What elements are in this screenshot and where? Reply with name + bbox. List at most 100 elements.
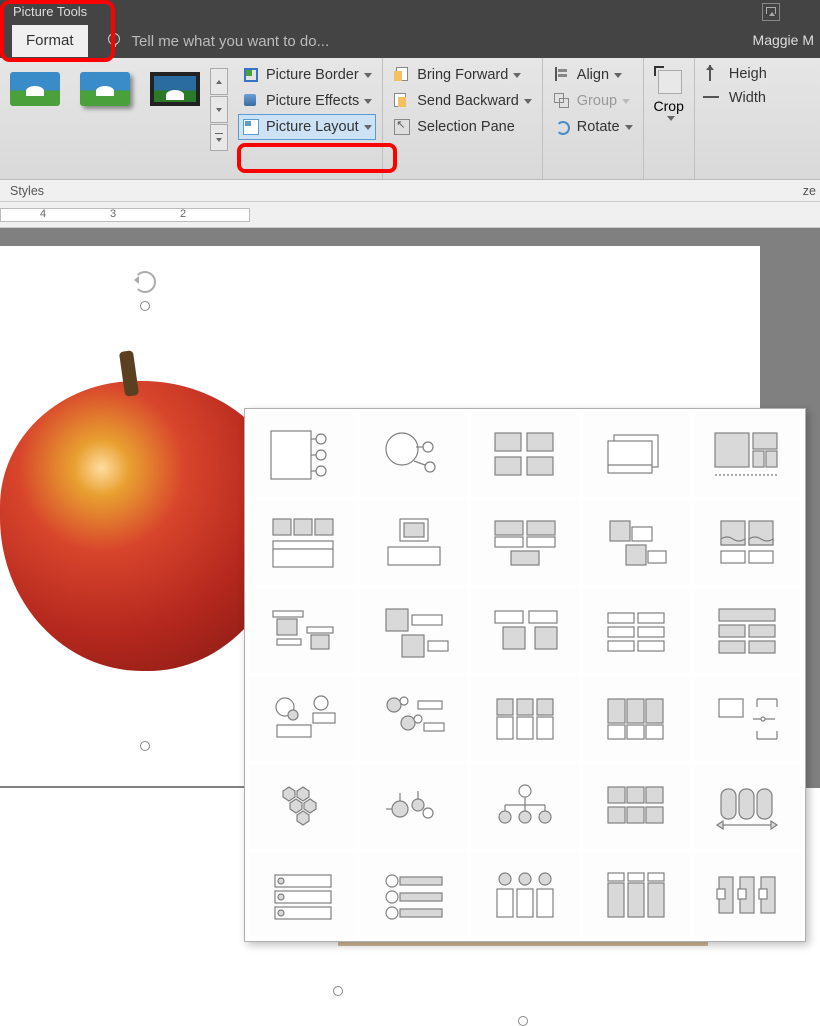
layout-option[interactable] [471, 853, 578, 937]
layout-option[interactable] [471, 677, 578, 761]
layout-option[interactable] [583, 677, 690, 761]
rotate-handle-icon[interactable] [134, 271, 156, 293]
height-field[interactable]: Heigh [703, 62, 767, 86]
align-icon [553, 66, 571, 84]
layout-option[interactable] [694, 677, 801, 761]
send-backward-button[interactable]: Send Backward [389, 88, 536, 114]
group-icon [553, 92, 571, 110]
styles-group-label-bar: Styles ze [0, 180, 820, 202]
layout-option[interactable] [249, 765, 356, 849]
layout-option[interactable] [249, 853, 356, 937]
send-backward-label: Send Backward [417, 93, 519, 109]
picture-layout-gallery [244, 408, 806, 942]
ruler-tick: 3 [110, 208, 116, 220]
selection-handle[interactable] [140, 301, 150, 311]
width-icon [703, 89, 723, 107]
bring-forward-label: Bring Forward [417, 67, 508, 83]
styles-label: Styles [10, 184, 44, 198]
selection-pane-icon [393, 118, 411, 136]
layout-option[interactable] [694, 853, 801, 937]
picture-layout-icon [242, 118, 260, 136]
picture-border-button[interactable]: Picture Border [238, 62, 376, 88]
layout-option[interactable] [583, 765, 690, 849]
layout-option[interactable] [360, 501, 467, 585]
width-field[interactable]: Width [703, 86, 767, 110]
picture-style-thumbnail[interactable] [4, 66, 66, 112]
tell-me-placeholder: Tell me what you want to do... [132, 33, 330, 50]
layout-option[interactable] [694, 589, 801, 673]
lightbulb-icon [106, 33, 122, 49]
layout-option[interactable] [360, 589, 467, 673]
size-group: Heigh Width [695, 58, 767, 179]
layout-option[interactable] [360, 413, 467, 497]
rotate-icon [553, 118, 571, 136]
layout-option[interactable] [360, 765, 467, 849]
height-icon [703, 65, 723, 83]
width-label: Width [729, 90, 766, 106]
selection-pane-label: Selection Pane [417, 119, 515, 135]
picture-border-icon [242, 66, 260, 84]
styles-more[interactable] [210, 124, 228, 151]
chevron-down-icon [625, 125, 633, 130]
ruler-tick: 4 [40, 208, 46, 220]
layout-option[interactable] [471, 501, 578, 585]
ribbon: Picture Border Picture Effects Picture L… [0, 58, 820, 180]
rotate-button[interactable]: Rotate [549, 114, 637, 140]
group-label: Group [577, 93, 617, 109]
layout-option[interactable] [249, 413, 356, 497]
send-backward-icon [393, 92, 411, 110]
align-label: Align [577, 67, 609, 83]
layout-option[interactable] [583, 501, 690, 585]
align-button[interactable]: Align [549, 62, 637, 88]
picture-styles-gallery [0, 58, 232, 179]
crop-label: Crop [654, 98, 684, 114]
layout-option[interactable] [471, 413, 578, 497]
tell-me-search[interactable]: Tell me what you want to do... [106, 33, 330, 50]
layout-option[interactable] [249, 589, 356, 673]
picture-layout-button[interactable]: Picture Layout [238, 114, 376, 140]
height-label: Heigh [729, 66, 767, 82]
layout-option[interactable] [583, 589, 690, 673]
layout-option[interactable] [471, 765, 578, 849]
layout-option[interactable] [583, 413, 690, 497]
layout-option[interactable] [471, 589, 578, 673]
chevron-down-icon [524, 99, 532, 104]
layout-option[interactable] [694, 501, 801, 585]
picture-styles-options: Picture Border Picture Effects Picture L… [232, 58, 383, 179]
rotate-label: Rotate [577, 119, 620, 135]
chevron-down-icon [622, 99, 630, 104]
chevron-down-icon [364, 73, 372, 78]
collapse-ribbon-icon[interactable] [762, 3, 780, 21]
styles-scroll-up[interactable] [210, 68, 228, 95]
titlebar: Picture Tools [0, 0, 820, 24]
bring-forward-button[interactable]: Bring Forward [389, 62, 536, 88]
picture-border-label: Picture Border [266, 67, 359, 83]
document-area[interactable] [0, 228, 820, 788]
user-name[interactable]: Maggie M [753, 32, 814, 48]
picture-effects-button[interactable]: Picture Effects [238, 88, 376, 114]
styles-scroll-down[interactable] [210, 96, 228, 123]
size-label-clip: ze [803, 184, 816, 198]
crop-button[interactable]: Crop [644, 58, 695, 179]
arrange-group-2: Align Group Rotate [543, 58, 644, 179]
layout-option[interactable] [694, 765, 801, 849]
selection-pane-button[interactable]: Selection Pane [389, 114, 536, 140]
chevron-down-icon [513, 73, 521, 78]
layout-option[interactable] [694, 413, 801, 497]
layout-option[interactable] [583, 853, 690, 937]
picture-style-thumbnail[interactable] [144, 66, 206, 112]
layout-option[interactable] [360, 677, 467, 761]
layout-option[interactable] [249, 501, 356, 585]
tab-row: Format Tell me what you want to do... Ma… [0, 24, 820, 58]
layout-option[interactable] [249, 677, 356, 761]
picture-style-thumbnail[interactable] [74, 66, 136, 112]
selection-handle[interactable] [140, 741, 150, 751]
chevron-down-icon [614, 73, 622, 78]
tab-format[interactable]: Format [12, 25, 88, 57]
picture-effects-label: Picture Effects [266, 93, 359, 109]
chevron-down-icon [364, 125, 372, 130]
crop-icon [654, 66, 684, 96]
layout-option[interactable] [360, 853, 467, 937]
arrange-group: Bring Forward Send Backward Selection Pa… [383, 58, 543, 179]
group-button: Group [549, 88, 637, 114]
